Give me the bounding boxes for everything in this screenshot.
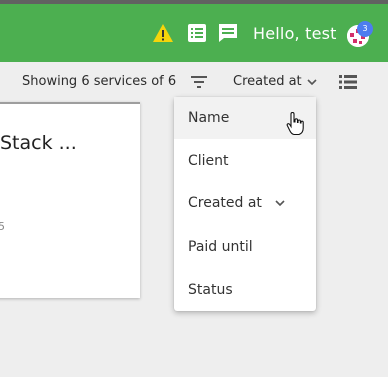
sort-option-label: Created at	[188, 195, 262, 211]
sort-option-paid-until[interactable]: Paid until	[174, 226, 316, 268]
hand-cursor-icon	[286, 112, 304, 136]
list-toolbar: Showing 6 services of 6 Created at	[0, 62, 388, 102]
chevron-down-icon	[307, 78, 317, 85]
sort-option-client[interactable]: Client	[174, 140, 316, 182]
sort-option-label: Client	[188, 153, 229, 169]
view-list-icon[interactable]	[338, 72, 358, 92]
results-count-text: Showing 6 services of 6	[22, 74, 177, 89]
top-app-bar: Hello, test 3	[0, 0, 388, 62]
service-card[interactable]: Stack ... 5	[0, 102, 140, 298]
sort-dropdown-button[interactable]: Created at	[233, 74, 318, 89]
service-card-title: Stack ...	[0, 132, 77, 154]
sort-dropdown-label: Created at	[233, 74, 302, 89]
greeting-text: Hello, test	[253, 24, 337, 43]
list-icon[interactable]	[186, 22, 208, 44]
notification-badge[interactable]: 3	[357, 21, 373, 37]
sort-option-created-at[interactable]: Created at	[174, 182, 316, 224]
service-card-detail: 5	[0, 220, 5, 233]
sort-option-label: Status	[188, 282, 233, 298]
filter-icon[interactable]	[189, 72, 209, 92]
sort-option-label: Paid until	[188, 239, 253, 255]
message-icon[interactable]	[217, 22, 239, 44]
sort-option-status[interactable]: Status	[174, 269, 316, 311]
sort-option-label: Name	[188, 110, 230, 126]
warning-icon[interactable]	[152, 22, 174, 44]
chevron-down-icon	[275, 200, 285, 207]
